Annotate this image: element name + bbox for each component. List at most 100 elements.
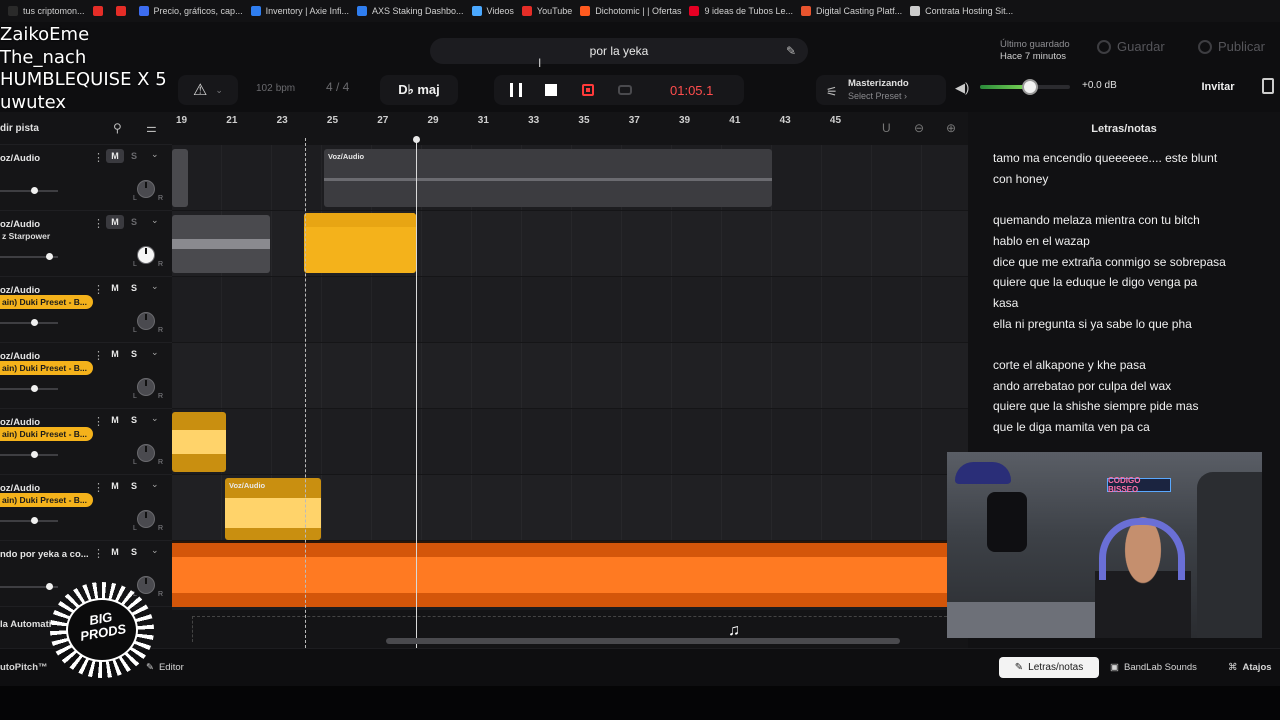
chevron-down-icon[interactable]: ⌄: [151, 347, 159, 358]
bookmark-item[interactable]: [115, 6, 131, 16]
mute-button[interactable]: M: [106, 479, 124, 493]
effects-preset-badge[interactable]: ain) Duki Preset - B...: [0, 493, 94, 507]
horizontal-scrollbar[interactable]: [386, 638, 900, 644]
bookmark-item[interactable]: Inventory | Axie Infi...: [250, 6, 349, 16]
bandlab-sounds-button[interactable]: ▣ BandLab Sounds: [1110, 662, 1197, 673]
bookmark-item[interactable]: Precio, gráficos, cap...: [138, 6, 243, 16]
exit-icon[interactable]: [1262, 78, 1274, 94]
chevron-down-icon[interactable]: ⌄: [151, 479, 159, 490]
loop-icon[interactable]: [618, 85, 632, 95]
more-options-icon[interactable]: ⋮: [93, 349, 104, 362]
pause-icon[interactable]: [510, 83, 522, 97]
audio-clip[interactable]: Voz/Audio: [324, 149, 772, 207]
solo-button[interactable]: S: [127, 545, 141, 559]
invite-button[interactable]: Invitar: [1192, 76, 1244, 98]
stop-icon[interactable]: [545, 84, 557, 96]
playhead[interactable]: [413, 136, 420, 648]
effects-preset-badge[interactable]: z Starpower: [0, 229, 56, 243]
record-icon[interactable]: [582, 84, 594, 96]
shortcuts-button[interactable]: ⌘ Atajos: [1228, 662, 1272, 673]
track-header[interactable]: oz/Audio ⋮ M S ⌄ ain) Duki Preset - B... L R: [0, 409, 172, 475]
mute-button[interactable]: M: [106, 149, 124, 163]
more-options-icon[interactable]: ⋮: [93, 415, 104, 428]
speaker-icon[interactable]: ◀): [955, 80, 969, 96]
track-lane[interactable]: [172, 343, 968, 409]
mastering-button[interactable]: ⚟ Masterizando Select Preset ›: [816, 75, 946, 105]
track-volume-fader[interactable]: [0, 187, 58, 194]
fader-knob[interactable]: [30, 451, 38, 458]
fader-knob[interactable]: [30, 319, 38, 326]
fader-knob[interactable]: [30, 517, 38, 524]
audio-clip-beat[interactable]: [172, 543, 968, 607]
key-selector[interactable]: D♭ maj: [380, 75, 458, 105]
audio-clip[interactable]: Voz/Audio: [225, 478, 321, 540]
bookmark-item[interactable]: [92, 6, 108, 16]
bookmark-item[interactable]: Dichotomic | | Ofertas: [580, 6, 681, 16]
solo-button[interactable]: S: [127, 215, 141, 229]
bookmark-item[interactable]: Videos: [471, 6, 514, 16]
track-header[interactable]: oz/Audio ⋮ M S ⌄ ain) Duki Preset - B... L R: [0, 343, 172, 409]
track-volume-fader[interactable]: [0, 253, 58, 260]
volume-slider[interactable]: [980, 79, 1070, 95]
fader-knob[interactable]: [30, 385, 38, 392]
metronome-button[interactable]: ⚠ ⌄: [178, 75, 238, 105]
solo-button[interactable]: S: [127, 347, 141, 361]
track-header[interactable]: oz/Audio ⋮ M S ⌄ ain) Duki Preset - B... L R: [0, 277, 172, 343]
mute-button[interactable]: M: [106, 347, 124, 361]
track-lane[interactable]: [172, 211, 968, 277]
mute-button[interactable]: M: [106, 281, 124, 295]
track-header[interactable]: oz/Audio ⋮ M S ⌄ z Starpower L R: [0, 211, 172, 277]
tuning-icon[interactable]: ⚲: [113, 121, 122, 135]
chevron-down-icon[interactable]: ⌄: [151, 545, 159, 556]
bookmark-item[interactable]: Contrata Hosting Sit...: [910, 6, 1013, 16]
audio-clip[interactable]: [172, 215, 270, 273]
track-volume-fader[interactable]: [0, 451, 58, 458]
bookmark-item[interactable]: tus criptomon...: [8, 6, 85, 16]
more-options-icon[interactable]: ⋮: [93, 283, 104, 296]
magnet-icon[interactable]: U: [882, 121, 891, 135]
track-header[interactable]: oz/Audio ⋮ M S ⌄ ain) Duki Preset - B... L R: [0, 475, 172, 541]
project-name-field[interactable]: por la yeka ✎: [430, 38, 808, 64]
arrangement-view[interactable]: U ⊖ ⊕ 19 21 23 25 27 29 31 33 35 37 39 41 43 45 Voz/A…: [172, 112, 968, 648]
track-lane[interactable]: Voz/Audio: [172, 145, 968, 211]
bookmark-item[interactable]: Digital Casting Platf...: [801, 6, 902, 16]
fader-knob[interactable]: [30, 187, 38, 194]
zoom-out-icon[interactable]: ⊖: [914, 121, 924, 135]
track-volume-fader[interactable]: [0, 517, 58, 524]
audio-clip[interactable]: [172, 149, 188, 207]
solo-button[interactable]: S: [127, 479, 141, 493]
solo-button[interactable]: S: [127, 149, 141, 163]
effects-preset-badge[interactable]: ain) Duki Preset - B...: [0, 427, 94, 441]
mute-button[interactable]: M: [106, 215, 124, 229]
track-header[interactable]: oz/Audio ⋮ M S ⌄ L R: [0, 145, 172, 211]
bookmark-item[interactable]: AXS Staking Dashbo...: [356, 6, 464, 16]
track-name[interactable]: oz/Audio: [0, 153, 40, 164]
track-volume-fader[interactable]: [0, 385, 58, 392]
bookmark-item[interactable]: 9 ideas de Tubos Le...: [689, 6, 793, 16]
pencil-icon[interactable]: ✎: [786, 44, 796, 58]
track-lane[interactable]: [172, 277, 968, 343]
track-lane[interactable]: [172, 409, 968, 475]
mute-button[interactable]: M: [106, 545, 124, 559]
bookmark-item[interactable]: YouTube: [521, 6, 572, 16]
effects-preset-badge[interactable]: ain) Duki Preset - B...: [0, 361, 94, 375]
chevron-down-icon[interactable]: ⌄: [151, 215, 159, 226]
timeline-ruler[interactable]: U ⊖ ⊕ 19 21 23 25 27 29 31 33 35 37 39 41 43 45: [172, 112, 968, 145]
audio-clip-selected[interactable]: [304, 213, 416, 273]
audio-clip[interactable]: [172, 412, 226, 472]
chevron-down-icon[interactable]: ⌄: [151, 149, 159, 160]
solo-button[interactable]: S: [127, 281, 141, 295]
solo-button[interactable]: S: [127, 413, 141, 427]
lyrics-editor[interactable]: tamo ma encendio queeeeee.... este blunt…: [993, 148, 1273, 438]
mute-button[interactable]: M: [106, 413, 124, 427]
more-options-icon[interactable]: ⋮: [93, 151, 104, 164]
publish-button[interactable]: Publicar: [1198, 39, 1265, 54]
save-button[interactable]: Guardar: [1097, 39, 1165, 54]
track-volume-fader[interactable]: [0, 319, 58, 326]
chevron-down-icon[interactable]: ⌄: [215, 85, 223, 96]
more-options-icon[interactable]: ⋮: [93, 547, 104, 560]
filter-icon[interactable]: ⚌: [146, 121, 157, 135]
track-lane[interactable]: [172, 541, 968, 607]
fader-knob[interactable]: [46, 253, 54, 260]
more-options-icon[interactable]: ⋮: [93, 217, 104, 230]
